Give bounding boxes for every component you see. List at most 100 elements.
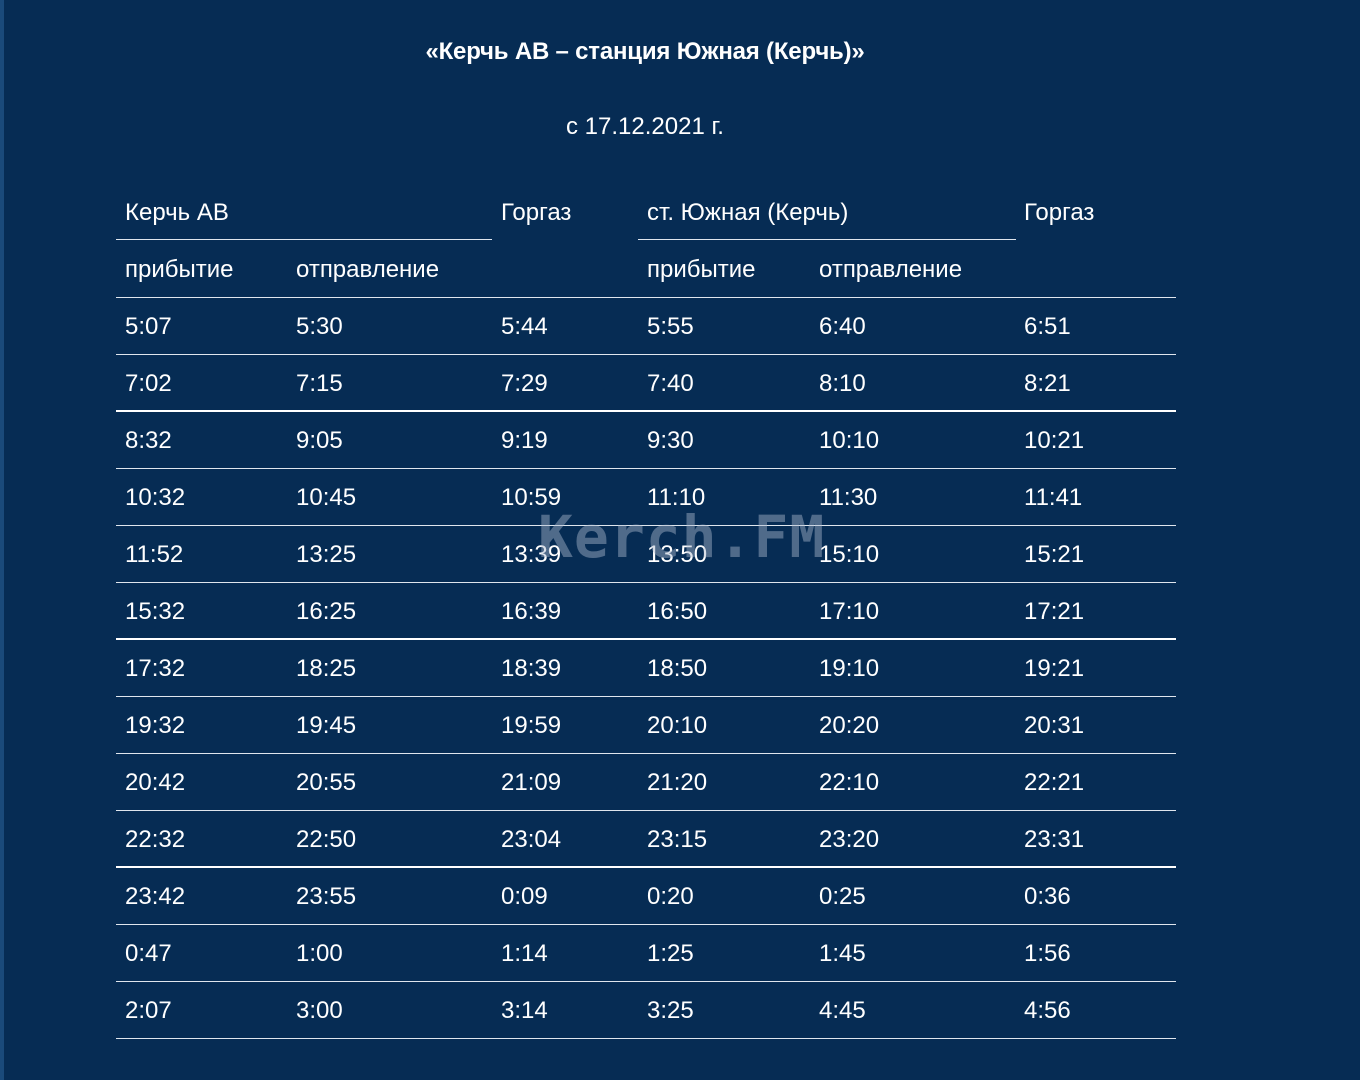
time-cell: 9:19 — [501, 427, 548, 454]
time-cell: 21:09 — [501, 769, 562, 796]
time-cell: 22:32 — [125, 826, 186, 853]
time-cell: 4:56 — [1024, 997, 1071, 1024]
time-cell: 7:40 — [647, 370, 694, 397]
group-header-row: Керчь АВ Горгаз ст. Южная (Керчь) Горгаз — [116, 183, 1176, 240]
time-cell: 18:50 — [647, 655, 708, 682]
time-cell: 23:55 — [296, 883, 357, 910]
time-cell: 8:10 — [819, 370, 866, 397]
time-cell: 5:07 — [125, 313, 172, 340]
time-cell: 23:42 — [125, 883, 186, 910]
time-cell: 11:41 — [1024, 484, 1083, 511]
time-cell: 15:32 — [125, 598, 186, 625]
time-cell: 10:59 — [501, 484, 562, 511]
time-cell: 10:32 — [125, 484, 186, 511]
time-cell: 0:47 — [125, 940, 172, 967]
sub-header-row: прибытие отправление прибытие отправлени… — [116, 240, 1176, 298]
time-cell: 1:25 — [647, 940, 694, 967]
time-cell: 10:45 — [296, 484, 357, 511]
time-cell: 22:10 — [819, 769, 880, 796]
time-cell: 3:00 — [296, 997, 343, 1024]
time-cell: 18:39 — [501, 655, 562, 682]
time-cell: 11:30 — [819, 484, 878, 511]
time-cell: 23:31 — [1024, 826, 1085, 853]
time-cell: 20:31 — [1024, 712, 1085, 739]
sub-header-arrival-1: прибытие — [125, 256, 234, 283]
time-cell: 13:25 — [296, 541, 357, 568]
time-cell: 20:42 — [125, 769, 186, 796]
time-cell: 5:30 — [296, 313, 343, 340]
left-edge-strip — [0, 0, 4, 1080]
table-row: 10:32 10:45 10:59 11:10 11:30 11:41 — [116, 469, 1176, 526]
header-gorgaz-1: Горгаз — [501, 199, 572, 226]
time-cell: 3:14 — [501, 997, 548, 1024]
time-cell: 6:51 — [1024, 313, 1071, 340]
sub-header-departure-1: отправление — [296, 256, 440, 283]
time-cell: 20:55 — [296, 769, 357, 796]
time-cell: 3:25 — [647, 997, 694, 1024]
schedule-rows: 5:07 5:30 5:44 5:55 6:40 6:51 7:02 7:15 7:29 7:40… — [116, 298, 1176, 1039]
time-cell: 20:20 — [819, 712, 880, 739]
time-cell: 9:05 — [296, 427, 343, 454]
time-cell: 17:21 — [1024, 598, 1085, 625]
time-cell: 19:10 — [819, 655, 880, 682]
table-row: 22:32 22:50 23:04 23:15 23:20 23:31 — [116, 811, 1176, 868]
time-cell: 8:32 — [125, 427, 172, 454]
time-cell: 19:21 — [1024, 655, 1085, 682]
time-cell: 1:45 — [819, 940, 866, 967]
time-cell: 17:32 — [125, 655, 186, 682]
time-cell: 0:36 — [1024, 883, 1071, 910]
time-cell: 22:50 — [296, 826, 357, 853]
time-cell: 11:10 — [647, 484, 706, 511]
time-cell: 20:10 — [647, 712, 708, 739]
table-row: 19:32 19:45 19:59 20:10 20:20 20:31 — [116, 697, 1176, 754]
time-cell: 9:30 — [647, 427, 694, 454]
table-row: 5:07 5:30 5:44 5:55 6:40 6:51 — [116, 298, 1176, 355]
time-cell: 19:32 — [125, 712, 186, 739]
table-row: 8:32 9:05 9:19 9:30 10:10 10:21 — [116, 412, 1176, 469]
time-cell: 2:07 — [125, 997, 172, 1024]
time-cell: 19:59 — [501, 712, 562, 739]
time-cell: 0:09 — [501, 883, 548, 910]
sub-header-departure-2: отправление — [819, 256, 963, 283]
time-cell: 1:00 — [296, 940, 343, 967]
time-cell: 5:55 — [647, 313, 694, 340]
time-cell: 17:10 — [819, 598, 880, 625]
time-cell: 10:21 — [1024, 427, 1085, 454]
time-cell: 16:50 — [647, 598, 708, 625]
time-cell: 15:21 — [1024, 541, 1085, 568]
time-cell: 7:02 — [125, 370, 172, 397]
table-row: 2:07 3:00 3:14 3:25 4:45 4:56 — [116, 982, 1176, 1039]
time-cell: 13:50 — [647, 541, 708, 568]
time-cell: 16:25 — [296, 598, 357, 625]
time-cell: 7:15 — [296, 370, 343, 397]
table-row: 11:52 13:25 13:39 13:50 15:10 15:21 — [116, 526, 1176, 583]
time-cell: 10:10 — [819, 427, 880, 454]
header-gorgaz-2: Горгаз — [1024, 199, 1095, 226]
schedule-table: Керчь АВ Горгаз ст. Южная (Керчь) Горгаз… — [116, 183, 1176, 1039]
time-cell: 23:04 — [501, 826, 562, 853]
page-title: «Керчь АВ – станция Южная (Керчь)» — [425, 38, 865, 65]
table-row: 17:32 18:25 18:39 18:50 19:10 19:21 — [116, 640, 1176, 697]
time-cell: 8:21 — [1024, 370, 1071, 397]
time-cell: 0:20 — [647, 883, 694, 910]
time-cell: 1:56 — [1024, 940, 1071, 967]
header-kerch-av: Керчь АВ — [125, 199, 229, 226]
time-cell: 13:39 — [501, 541, 562, 568]
time-cell: 22:21 — [1024, 769, 1085, 796]
time-cell: 5:44 — [501, 313, 548, 340]
table-row: 7:02 7:15 7:29 7:40 8:10 8:21 — [116, 355, 1176, 412]
time-cell: 15:10 — [819, 541, 880, 568]
table-row: 15:32 16:25 16:39 16:50 17:10 17:21 — [116, 583, 1176, 640]
time-cell: 21:20 — [647, 769, 708, 796]
time-cell: 0:25 — [819, 883, 866, 910]
time-cell: 4:45 — [819, 997, 866, 1024]
table-row: 0:47 1:00 1:14 1:25 1:45 1:56 — [116, 925, 1176, 982]
header-yuzhnaya: ст. Южная (Керчь) — [647, 199, 849, 226]
effective-date: с 17.12.2021 г. — [566, 113, 724, 140]
sub-header-arrival-2: прибытие — [647, 256, 756, 283]
time-cell: 1:14 — [501, 940, 548, 967]
time-cell: 19:45 — [296, 712, 357, 739]
time-cell: 23:20 — [819, 826, 880, 853]
time-cell: 6:40 — [819, 313, 866, 340]
time-cell: 18:25 — [296, 655, 357, 682]
